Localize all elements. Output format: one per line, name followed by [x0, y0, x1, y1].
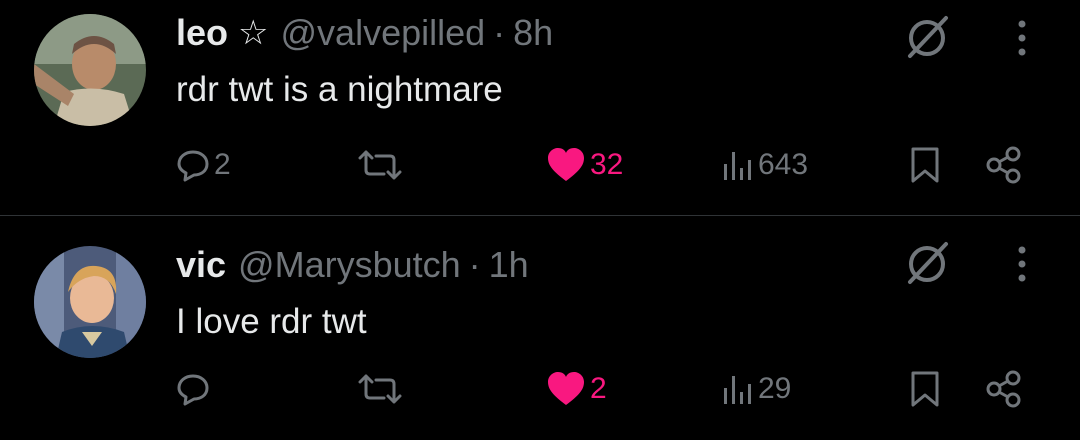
- repost-button[interactable]: [356, 366, 408, 412]
- more-vertical-icon[interactable]: [1010, 16, 1034, 60]
- share-button[interactable]: [984, 366, 1024, 412]
- like-count: 2: [590, 372, 607, 405]
- separator-dot: ·: [493, 12, 506, 53]
- post-text: rdr twt is a nightmare: [176, 70, 503, 109]
- display-name[interactable]: vic: [176, 244, 226, 286]
- user-handle[interactable]: @Marysbutch: [238, 244, 461, 286]
- reply-count: 2: [214, 148, 231, 181]
- reply-bubble-icon: [177, 150, 209, 182]
- bookmark-button[interactable]: [908, 142, 942, 188]
- like-button[interactable]: 2: [546, 366, 607, 412]
- reply-bubble-icon: [177, 374, 209, 406]
- more-vertical-icon[interactable]: [1010, 242, 1034, 286]
- share-button[interactable]: [984, 142, 1024, 188]
- view-count: 643: [758, 148, 809, 181]
- repost-arrows-icon: [358, 374, 402, 404]
- like-count: 32: [590, 148, 624, 181]
- user-handle[interactable]: @valvepilled: [281, 12, 486, 54]
- post-text: I love rdr twt: [176, 302, 367, 341]
- share-nodes-icon: [986, 370, 1021, 408]
- reply-button[interactable]: [176, 366, 214, 412]
- display-name[interactable]: leo: [176, 12, 228, 54]
- views-bar-chart-icon: [724, 376, 751, 404]
- bookmark-icon: [911, 147, 939, 183]
- grok-icon[interactable]: [902, 238, 952, 288]
- views-bar-chart-icon: [724, 152, 751, 180]
- repost-button[interactable]: [356, 142, 408, 188]
- heart-icon: [548, 148, 584, 181]
- views-button[interactable]: 29: [720, 366, 791, 412]
- view-count: 29: [758, 372, 792, 405]
- post-vic[interactable]: vic @Marysbutch · 1h I love rdr twt 2 29: [0, 216, 1080, 440]
- reply-button[interactable]: 2: [176, 142, 231, 188]
- avatar[interactable]: [34, 246, 146, 358]
- star-icon: ☆: [238, 14, 269, 52]
- post-header: leo ☆ @valvepilled · 8h: [176, 8, 553, 58]
- separator-dot: ·: [468, 244, 481, 285]
- views-button[interactable]: 643: [720, 142, 808, 188]
- share-nodes-icon: [986, 146, 1021, 184]
- post-time[interactable]: 8h: [513, 12, 553, 54]
- bookmark-icon: [911, 371, 939, 407]
- bookmark-button[interactable]: [908, 366, 942, 412]
- heart-icon: [548, 372, 584, 405]
- post-leo[interactable]: leo ☆ @valvepilled · 8h rdr twt is a nig…: [0, 0, 1080, 215]
- like-button[interactable]: 32: [546, 142, 623, 188]
- avatar[interactable]: [34, 14, 146, 126]
- repost-arrows-icon: [358, 150, 402, 180]
- post-time[interactable]: 1h: [489, 244, 529, 286]
- grok-icon[interactable]: [902, 12, 952, 62]
- post-header: vic @Marysbutch · 1h: [176, 240, 529, 290]
